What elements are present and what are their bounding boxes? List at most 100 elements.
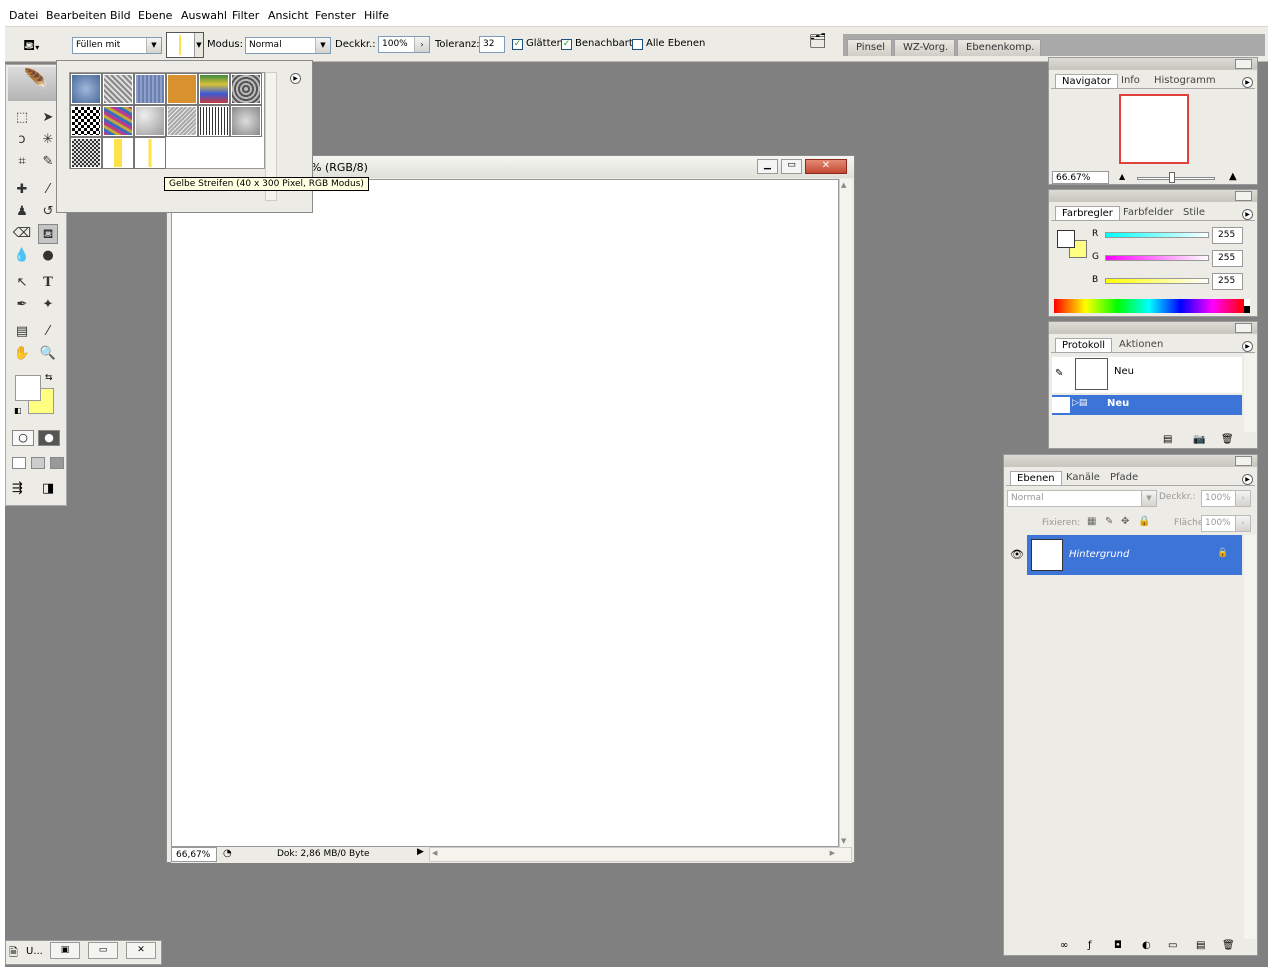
zoom-field[interactable]: 66,67% — [171, 847, 217, 862]
tab-channels[interactable]: Kanäle — [1060, 471, 1106, 486]
swap-colors-icon[interactable]: ⇆ — [45, 373, 53, 383]
pattern-picker-menu-icon[interactable]: ▶ — [290, 73, 301, 84]
tab-histogram[interactable]: Histogramm — [1148, 74, 1222, 89]
zoom-tool-icon[interactable]: 🔍 — [38, 344, 58, 364]
menu-ebene[interactable]: Ebene — [138, 9, 172, 22]
panel-minimize-icon[interactable] — [1235, 191, 1252, 201]
history-menu-icon[interactable]: ▶ — [1242, 341, 1253, 352]
screen-mode-menu-icon[interactable] — [31, 457, 45, 469]
delete-state-icon[interactable]: 🗑 — [1221, 434, 1234, 445]
scroll-left-icon[interactable]: ◀ — [432, 849, 437, 857]
hand-tool-icon[interactable]: ✋ — [12, 344, 32, 364]
quick-mask-icon[interactable]: ● — [38, 430, 60, 446]
tab-color[interactable]: Farbregler — [1055, 206, 1120, 221]
lock-transparency-icon[interactable]: ▦ — [1087, 516, 1096, 527]
all-layers-checkbox[interactable] — [632, 39, 643, 50]
fill-source-select[interactable]: Füllen mit ▼ — [72, 37, 162, 54]
zoom-slider[interactable] — [1137, 177, 1215, 180]
history-scrollbar[interactable] — [1244, 354, 1256, 432]
layer-mask-icon[interactable]: ◘ — [1114, 940, 1122, 951]
pattern-bubbles[interactable] — [70, 73, 102, 105]
pattern-clouds[interactable] — [134, 105, 166, 137]
menu-ansicht[interactable]: Ansicht — [268, 9, 309, 22]
tab-layers[interactable]: Ebenen — [1010, 471, 1062, 486]
scroll-down-icon[interactable]: ▼ — [841, 837, 846, 845]
notes-tool-icon[interactable]: ▤ — [12, 322, 32, 342]
crop-tool-icon[interactable]: ⌗ — [12, 152, 32, 172]
image-canvas[interactable] — [171, 179, 839, 847]
maximize-icon[interactable]: ▭ — [88, 942, 118, 959]
navigator-zoom-field[interactable]: 66.67% — [1052, 171, 1109, 184]
history-state-checkbox[interactable] — [1052, 397, 1070, 413]
imageready-logo-icon[interactable]: ◨ — [42, 481, 62, 499]
close-icon[interactable]: ✕ — [805, 159, 847, 174]
pattern-yellow-stripe-wide[interactable] — [102, 137, 134, 169]
layer-visibility-eye-icon[interactable]: 👁 — [1007, 535, 1027, 575]
green-value[interactable]: 255 — [1212, 250, 1243, 267]
marquee-tool-icon[interactable]: ⬚ — [12, 108, 32, 128]
blend-mode-select[interactable]: Normal ▼ — [1007, 490, 1157, 507]
pattern-fine-checker[interactable] — [70, 137, 102, 169]
new-layer-icon[interactable]: ▤ — [1196, 940, 1205, 951]
blue-value[interactable]: 255 — [1212, 273, 1243, 290]
pen-tool-icon[interactable]: ✒ — [12, 295, 32, 315]
new-group-icon[interactable]: ▭ — [1168, 940, 1177, 951]
history-brush-source-icon[interactable]: ✎ — [1055, 368, 1063, 379]
screen-mode-standard-icon[interactable] — [12, 457, 26, 469]
restore-icon[interactable]: ▣ — [50, 942, 80, 959]
lock-all-icon[interactable]: 🔒 — [1138, 516, 1150, 527]
menu-filter[interactable]: Filter — [232, 9, 259, 22]
pattern-woven[interactable] — [198, 105, 230, 137]
layers-menu-icon[interactable]: ▶ — [1242, 474, 1253, 485]
layer-style-icon[interactable]: ƒ — [1088, 940, 1092, 951]
navigator-menu-icon[interactable]: ▶ — [1242, 77, 1253, 88]
panel-minimize-icon[interactable] — [1235, 456, 1252, 466]
blur-tool-icon[interactable]: 💧 — [12, 246, 32, 266]
adjustment-layer-icon[interactable]: ◐ — [1142, 940, 1151, 951]
layer-fill-input[interactable]: 100% › — [1201, 515, 1251, 532]
maximize-icon[interactable]: ▭ — [781, 159, 802, 174]
navigator-view-box[interactable] — [1119, 94, 1189, 164]
pattern-tie-dye[interactable] — [198, 73, 230, 105]
menu-fenster[interactable]: Fenster — [315, 9, 356, 22]
minimized-document-bar[interactable]: 🗎 U... ▣ ▭ ✕ — [5, 940, 162, 965]
blue-slider[interactable] — [1105, 278, 1209, 284]
history-brush-icon[interactable]: ↺ — [38, 202, 58, 222]
layer-row-background[interactable]: 👁 Hintergrund 🔒 — [1007, 535, 1242, 575]
tab-info[interactable]: Info — [1115, 74, 1146, 89]
stamp-tool-icon[interactable]: ♟ — [12, 202, 32, 222]
navigator-panel-header[interactable] — [1049, 58, 1257, 70]
link-layers-icon[interactable]: ∞ — [1060, 940, 1068, 951]
pattern-gray-clouds[interactable] — [230, 105, 262, 137]
pattern-picker-button[interactable]: ▼ — [166, 32, 204, 58]
red-slider[interactable] — [1105, 232, 1209, 238]
pattern-confetti[interactable] — [102, 105, 134, 137]
color-spectrum-bar[interactable] — [1054, 299, 1244, 313]
pattern-blue-fabric[interactable] — [134, 73, 166, 105]
palette-well-tab-layer-comps[interactable]: Ebenenkomp. — [957, 39, 1042, 56]
layers-panel-header[interactable] — [1004, 455, 1257, 467]
mode-select[interactable]: Normal ▼ — [245, 37, 331, 54]
magic-wand-icon[interactable]: ✳ — [38, 130, 58, 150]
color-menu-icon[interactable]: ▶ — [1242, 209, 1253, 220]
default-colors-icon[interactable]: ◧ — [14, 406, 22, 415]
red-value[interactable]: 255 — [1212, 227, 1243, 244]
paint-bucket-icon[interactable]: ⛾ — [38, 224, 58, 244]
slice-tool-icon[interactable]: ✎ — [38, 152, 58, 172]
vertical-scrollbar[interactable]: ▲ ▼ — [839, 179, 852, 847]
eyedropper-icon[interactable]: ⁄ — [38, 322, 58, 342]
lasso-tool-icon[interactable]: ↄ — [12, 130, 32, 150]
layer-name[interactable]: Hintergrund — [1069, 549, 1129, 560]
antialias-checkbox[interactable]: ✓ — [512, 39, 523, 50]
tolerance-input[interactable]: 32 — [479, 36, 505, 53]
pattern-orange-texture[interactable] — [166, 73, 198, 105]
lock-pixels-icon[interactable]: ✎ — [1105, 516, 1113, 527]
foreground-color-swatch[interactable] — [15, 375, 41, 401]
healing-brush-icon[interactable]: ✚ — [12, 180, 32, 200]
screen-mode-full-icon[interactable] — [50, 457, 64, 469]
history-snapshot-row[interactable]: ✎ Neu — [1052, 357, 1242, 393]
pattern-wrinkle[interactable] — [102, 73, 134, 105]
new-document-from-state-icon[interactable]: ▤ — [1163, 434, 1172, 445]
zoom-in-icon[interactable]: ▲ — [1229, 171, 1237, 182]
new-snapshot-icon[interactable]: 📷 — [1193, 434, 1205, 445]
